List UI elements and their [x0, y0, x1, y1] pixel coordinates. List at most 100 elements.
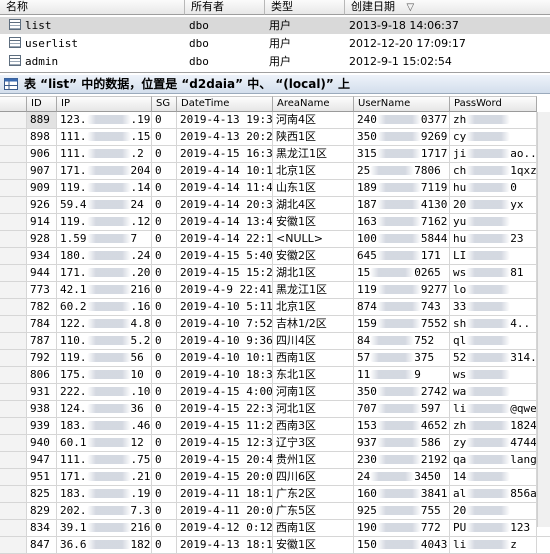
cell-password[interactable]: sh 4.. — [450, 316, 537, 332]
cell-datetime[interactable]: 2019-4-14 10:11 — [177, 163, 273, 179]
cell-username[interactable]: 100 5844 — [354, 231, 450, 247]
cell-username[interactable]: 925 755 — [354, 503, 450, 519]
cell-id[interactable]: 926 — [27, 197, 57, 213]
cell-areaname[interactable]: 河北1区 — [273, 401, 354, 417]
cell-sg[interactable]: 0 — [152, 333, 177, 349]
row-selector[interactable] — [0, 469, 27, 485]
cell-sg[interactable]: 0 — [152, 282, 177, 298]
cell-password[interactable]: yu — [450, 214, 537, 230]
cell-sg[interactable]: 0 — [152, 197, 177, 213]
table-row[interactable]: 787110. 5.22402019-4-10 9:36:四川4区84 752 ql — [0, 333, 550, 350]
column-header-username[interactable]: UserName — [354, 96, 450, 112]
cell-username[interactable]: 57 375 — [354, 350, 450, 366]
cell-id[interactable]: 944 — [27, 265, 57, 281]
cell-datetime[interactable]: 2019-4-15 5:40:5 — [177, 248, 273, 264]
table-row[interactable]: 907 171. 204 0 2019-4-14 10:11 北京1区 25 7806 ch 1q… — [0, 163, 550, 180]
cell-id[interactable]: 889 — [27, 112, 57, 128]
cell-id[interactable]: 938 — [27, 401, 57, 417]
cell-sg[interactable]: 0 — [152, 469, 177, 485]
cell-sg[interactable]: 0 — [152, 316, 177, 332]
cell-ip[interactable]: 202. 7.3 — [57, 503, 152, 519]
cell-password[interactable]: PU 123 — [450, 520, 537, 536]
table-row[interactable]: 931222. .10402019-4-15 4:00:河南1区350 2742 wa — [0, 384, 550, 401]
cell-id[interactable]: 947 — [27, 452, 57, 468]
cell-ip[interactable]: 124. 36 — [57, 401, 152, 417]
cell-username[interactable]: 84 752 — [354, 333, 450, 349]
cell-username[interactable]: 150 4043 — [354, 537, 450, 553]
column-header-areaname[interactable]: AreaName — [273, 96, 354, 112]
cell-sg[interactable]: 0 — [152, 146, 177, 162]
cell-password[interactable]: LI — [450, 248, 537, 264]
cell-datetime[interactable]: 2019-4-10 18:30 — [177, 367, 273, 383]
cell-id[interactable]: 806 — [27, 367, 57, 383]
table-row[interactable]: 909119..14202019-4-14 11:47山东1区1897119hu… — [0, 180, 550, 197]
table-row[interactable]: 898111. .15402019-4-13 20:21陕西1区350 9269 cy — [0, 129, 550, 146]
cell-id[interactable]: 914 — [27, 214, 57, 230]
cell-sg[interactable]: 0 — [152, 384, 177, 400]
cell-username[interactable]: 119 9277 — [354, 282, 450, 298]
row-selector[interactable] — [0, 197, 27, 213]
cell-areaname[interactable]: 贵州1区 — [273, 452, 354, 468]
cell-sg[interactable]: 0 — [152, 350, 177, 366]
cell-password[interactable]: qa lang@ — [450, 452, 537, 468]
cell-datetime[interactable]: 2019-4-10 10:17 — [177, 350, 273, 366]
cell-sg[interactable]: 0 — [152, 452, 177, 468]
table-row-admin[interactable]: admin dbo 用户 2012-9-1 15:02:54 — [0, 53, 550, 70]
cell-id[interactable]: 847 — [27, 537, 57, 553]
row-selector[interactable] — [0, 129, 27, 145]
table-row[interactable]: 834 39.1 216 0 2019-4-12 0:12: 西南1区 190 772 PU 12… — [0, 520, 550, 537]
cell-username[interactable]: 707 597 — [354, 401, 450, 417]
cell-username[interactable]: 645 171 — [354, 248, 450, 264]
row-selector[interactable] — [0, 316, 27, 332]
cell-password[interactable]: hu 23 — [450, 231, 537, 247]
cell-ip[interactable]: 119. .142 — [57, 180, 152, 196]
table-row[interactable]: 792 119. 56 0 2019-4-10 10:17 西南1区 57 375 52 314. — [0, 350, 550, 367]
data-window-titlebar[interactable]: 表 “list” 中的数据，位置是 “d2daia” 中、 “(local)” … — [0, 75, 550, 94]
cell-password[interactable]: hu 0 — [450, 180, 537, 196]
cell-datetime[interactable]: 2019-4-15 20:41 — [177, 452, 273, 468]
cell-sg[interactable]: 0 — [152, 520, 177, 536]
cell-ip[interactable]: 60.1 12 — [57, 435, 152, 451]
table-row[interactable]: 914119. .12902019-4-14 13:40安徽1区163 7162 yu — [0, 214, 550, 231]
cell-sg[interactable]: 0 — [152, 112, 177, 128]
table-row[interactable]: 847 36.6 182 0 2019-4-13 18:17 安徽1区 150 4043 li z — [0, 537, 550, 554]
cell-id[interactable]: 787 — [27, 333, 57, 349]
cell-password[interactable]: zy 4744 — [450, 435, 537, 451]
cell-ip[interactable]: 171. .203 — [57, 265, 152, 281]
row-selector[interactable] — [0, 163, 27, 179]
cell-ip[interactable]: 111. .154 — [57, 129, 152, 145]
row-selector[interactable] — [0, 367, 27, 383]
cell-areaname[interactable]: 河南1区 — [273, 384, 354, 400]
row-selector[interactable] — [0, 486, 27, 502]
cell-areaname[interactable]: 北京1区 — [273, 299, 354, 315]
table-row[interactable]: 906 111. .2 0 2019-4-15 16:37 黑龙江1区 315 1717 ji a… — [0, 146, 550, 163]
cell-areaname[interactable]: 辽宁3区 — [273, 435, 354, 451]
cell-sg[interactable]: 0 — [152, 537, 177, 553]
cell-areaname[interactable]: 安徽1区 — [273, 537, 354, 553]
cell-username[interactable]: 187 4130 — [354, 197, 450, 213]
cell-datetime[interactable]: 2019-4-10 5:11:1 — [177, 299, 273, 315]
row-selector[interactable] — [0, 214, 27, 230]
cell-datetime[interactable]: 2019-4-13 20:21 — [177, 129, 273, 145]
table-row[interactable]: 951171. .21402019-4-15 20:06四川6区24 3450 14 — [0, 469, 550, 486]
table-row-userlist[interactable]: userlist dbo 用户 2012-12-20 17:09:17 — [0, 35, 550, 52]
cell-password[interactable]: li z — [450, 537, 537, 553]
table-row[interactable]: 806 175. 10 0 2019-4-10 18:30 东北1区 11 9 ws — [0, 367, 550, 384]
cell-areaname[interactable]: 西南1区 — [273, 350, 354, 366]
cell-username[interactable]: 25 7806 — [354, 163, 450, 179]
cell-id[interactable]: 825 — [27, 486, 57, 502]
column-header-password[interactable]: PassWord — [450, 96, 537, 112]
cell-datetime[interactable]: 2019-4-15 11:29 — [177, 418, 273, 434]
cell-areaname[interactable]: 安徽2区 — [273, 248, 354, 264]
row-selector[interactable] — [0, 520, 27, 536]
cell-password[interactable]: ji ao.. — [450, 146, 537, 162]
cell-id[interactable]: 784 — [27, 316, 57, 332]
row-selector[interactable] — [0, 350, 27, 366]
cell-ip[interactable]: 122. 4.88 — [57, 316, 152, 332]
row-selector[interactable] — [0, 452, 27, 468]
cell-password[interactable]: 52 314. — [450, 350, 537, 366]
row-selector[interactable] — [0, 180, 27, 196]
cell-datetime[interactable]: 2019-4-14 22:10 — [177, 231, 273, 247]
cell-username[interactable]: 315 1717 — [354, 146, 450, 162]
column-header-name[interactable]: 名称 — [0, 0, 185, 15]
